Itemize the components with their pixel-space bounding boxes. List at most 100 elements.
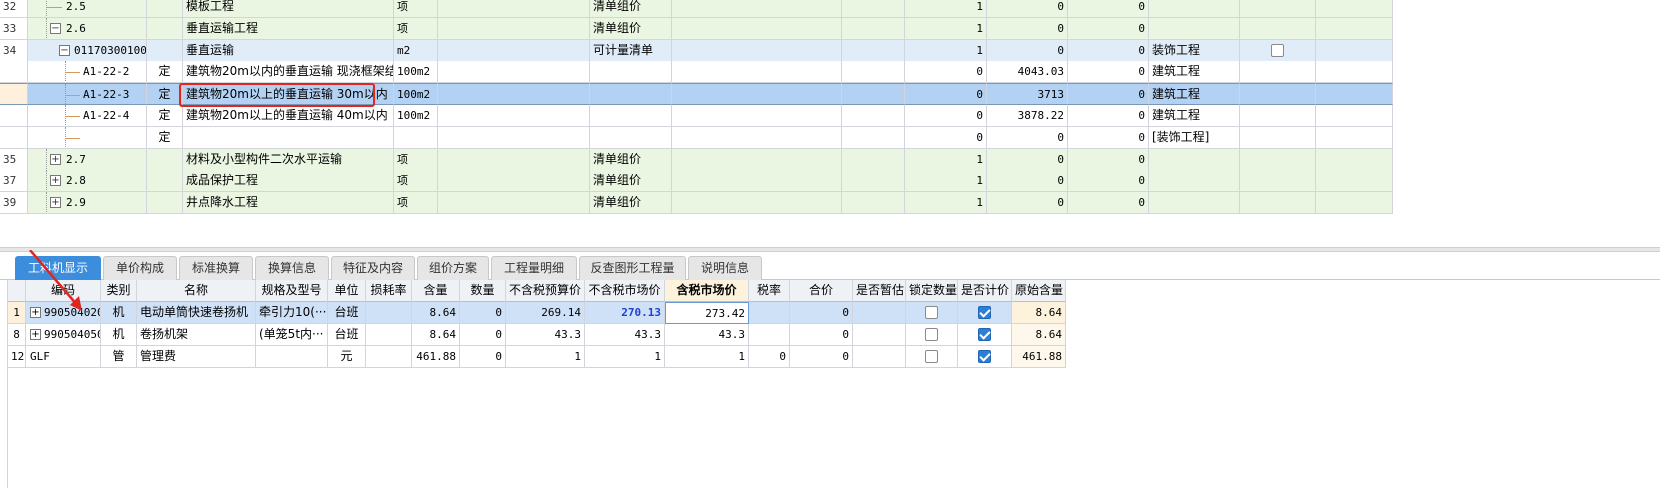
- cell-code[interactable]: GLF: [26, 346, 101, 368]
- cell-cat[interactable]: 机: [101, 302, 137, 324]
- tab-1[interactable]: 单价构成: [103, 256, 177, 280]
- cell-checkbox[interactable]: [1240, 61, 1316, 84]
- cell-total[interactable]: 0: [1068, 192, 1149, 215]
- cell-spec[interactable]: 牵引力10(···: [256, 302, 328, 324]
- cell-unit[interactable]: m2: [394, 39, 438, 62]
- cell-price[interactable]: 0: [987, 17, 1068, 40]
- cell-total[interactable]: 0: [1068, 105, 1149, 127]
- plus-box-icon[interactable]: +: [50, 175, 61, 187]
- cell-total[interactable]: 0: [1068, 0, 1149, 18]
- cell-empty[interactable]: [1316, 17, 1393, 40]
- cell-empty[interactable]: [672, 61, 842, 84]
- tab-4[interactable]: 特征及内容: [331, 256, 415, 280]
- cell-content[interactable]: 461.88: [412, 346, 460, 368]
- cell-empty[interactable]: [1316, 61, 1393, 84]
- cell-empty[interactable]: [1316, 126, 1393, 149]
- cell-kind[interactable]: [590, 126, 672, 149]
- cell-expr[interactable]: [438, 170, 590, 193]
- cell-name[interactable]: 管理费: [137, 346, 256, 368]
- cell-empty[interactable]: [1316, 192, 1393, 215]
- cell-checkbox[interactable]: [1240, 170, 1316, 193]
- cell-qty[interactable]: 0: [460, 346, 506, 368]
- cell-code[interactable]: +990504020: [26, 302, 101, 324]
- minus-box-icon[interactable]: −: [59, 44, 70, 56]
- cell-tax_market[interactable]: 43.3: [665, 324, 749, 346]
- cell-price[interactable]: 0: [987, 192, 1068, 215]
- cell-cat[interactable]: 管: [101, 346, 137, 368]
- cell-empty[interactable]: [672, 126, 842, 149]
- cell-expr[interactable]: [438, 61, 590, 84]
- cell-qty[interactable]: 0: [905, 61, 987, 84]
- cell-content[interactable]: 8.64: [412, 324, 460, 346]
- cell-orig[interactable]: 8.64: [1012, 324, 1066, 346]
- cell-code[interactable]: [28, 126, 147, 149]
- cell-kind[interactable]: 清单组价: [590, 17, 672, 40]
- cell-code[interactable]: +2.8: [28, 170, 147, 193]
- tab-6[interactable]: 工程量明细: [491, 256, 577, 280]
- column-header-qty[interactable]: 数量: [460, 280, 506, 302]
- cell-expr[interactable]: [438, 83, 590, 106]
- cell-priced[interactable]: [958, 346, 1012, 368]
- cell-name[interactable]: 垂直运输: [183, 39, 394, 62]
- cell-empty[interactable]: [1316, 170, 1393, 193]
- cell-pretax_budget[interactable]: 269.14: [506, 302, 585, 324]
- cell-type[interactable]: 定: [147, 61, 183, 84]
- cell-total[interactable]: 0: [790, 346, 853, 368]
- cell-kind[interactable]: 清单组价: [590, 192, 672, 215]
- cell-rate[interactable]: [749, 302, 790, 324]
- cell-empty[interactable]: [842, 61, 905, 84]
- cell-est[interactable]: [853, 324, 906, 346]
- cell-price[interactable]: 0: [987, 170, 1068, 193]
- cell-price[interactable]: 0: [987, 148, 1068, 171]
- cell-orig[interactable]: 8.64: [1012, 302, 1066, 324]
- cell-unit[interactable]: 项: [394, 170, 438, 193]
- cell-type[interactable]: [147, 170, 183, 193]
- cell-name[interactable]: 卷扬机架: [137, 324, 256, 346]
- cell-tax_market[interactable]: 1: [665, 346, 749, 368]
- cell-empty[interactable]: [1316, 105, 1393, 127]
- cell-kind[interactable]: 清单组价: [590, 0, 672, 18]
- column-header-lock[interactable]: 锁定数量: [906, 280, 958, 302]
- cell-empty[interactable]: [1316, 0, 1393, 18]
- cell-code[interactable]: −011703001001: [28, 39, 147, 62]
- column-header-est[interactable]: 是否暂估: [853, 280, 906, 302]
- cell-total[interactable]: 0: [1068, 61, 1149, 84]
- cell-type[interactable]: 定: [147, 105, 183, 127]
- cell-total[interactable]: 0: [1068, 170, 1149, 193]
- cell-kind[interactable]: [590, 61, 672, 84]
- cell-pretax_budget[interactable]: 43.3: [506, 324, 585, 346]
- column-header-total[interactable]: 合价: [790, 280, 853, 302]
- cell-expr[interactable]: [438, 0, 590, 18]
- cell-code[interactable]: A1-22-4: [28, 105, 147, 127]
- cell-unit[interactable]: 100m2: [394, 83, 438, 106]
- cell-rate[interactable]: 0: [749, 346, 790, 368]
- lock-qty-checkbox[interactable]: [925, 306, 938, 319]
- cell-expr[interactable]: [438, 105, 590, 127]
- budget-row[interactable]: 定 0 0 0 [装饰工程]: [0, 126, 1393, 149]
- cell-checkbox[interactable]: [1240, 39, 1316, 62]
- cell-prof[interactable]: [1149, 17, 1240, 40]
- cell-pretax_budget[interactable]: 1: [506, 346, 585, 368]
- cell-qty[interactable]: 0: [460, 302, 506, 324]
- cell-empty[interactable]: [842, 105, 905, 127]
- cell-empty[interactable]: [672, 0, 842, 18]
- cell-qty[interactable]: 1: [905, 170, 987, 193]
- cell-total[interactable]: 0: [1068, 39, 1149, 62]
- cell-qty[interactable]: 1: [905, 192, 987, 215]
- cell-prof[interactable]: 建筑工程: [1149, 61, 1240, 84]
- cell-prof[interactable]: [装饰工程]: [1149, 126, 1240, 149]
- budget-row[interactable]: 37 +2.8 成品保护工程 项 清单组价 1 0 0: [0, 170, 1393, 193]
- cell-kind[interactable]: 清单组价: [590, 148, 672, 171]
- cell-empty[interactable]: [672, 192, 842, 215]
- cell-qty[interactable]: 1: [905, 0, 987, 18]
- cell-prof[interactable]: 建筑工程: [1149, 105, 1240, 127]
- cell-type[interactable]: [147, 0, 183, 18]
- cell-empty[interactable]: [672, 170, 842, 193]
- cell-kind[interactable]: 可计量清单: [590, 39, 672, 62]
- column-header-rn[interactable]: [8, 280, 26, 302]
- cell-code[interactable]: A1-22-2: [28, 61, 147, 84]
- cell-est[interactable]: [853, 302, 906, 324]
- cell-unit[interactable]: 项: [394, 148, 438, 171]
- cell-type[interactable]: 定: [147, 126, 183, 149]
- cell-empty[interactable]: [842, 83, 905, 106]
